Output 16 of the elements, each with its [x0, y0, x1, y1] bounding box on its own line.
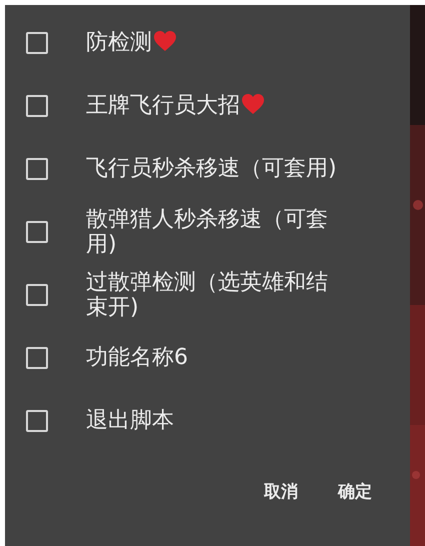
- checkbox[interactable]: [26, 284, 48, 306]
- checkbox[interactable]: [26, 410, 48, 432]
- checkbox[interactable]: [26, 220, 48, 242]
- option-label: 飞行员秒杀移速（可套用): [86, 156, 338, 181]
- option-label: 退出脚本: [86, 408, 175, 433]
- checkbox[interactable]: [26, 94, 48, 116]
- option-label: 王牌飞行员大招: [86, 93, 341, 118]
- option-label: 散弹猎人秒杀移速（可套用): [86, 206, 329, 256]
- cancel-button[interactable]: 取消: [256, 474, 306, 509]
- checkbox[interactable]: [26, 158, 48, 180]
- option-label: 防检测: [86, 30, 341, 55]
- option-label: 功能名称6: [86, 345, 189, 370]
- checkbox[interactable]: [26, 32, 48, 54]
- option-label: 过散弹检测（选英雄和结束开): [86, 270, 329, 320]
- checkbox[interactable]: [26, 346, 48, 368]
- confirm-button[interactable]: 确定: [330, 474, 380, 509]
